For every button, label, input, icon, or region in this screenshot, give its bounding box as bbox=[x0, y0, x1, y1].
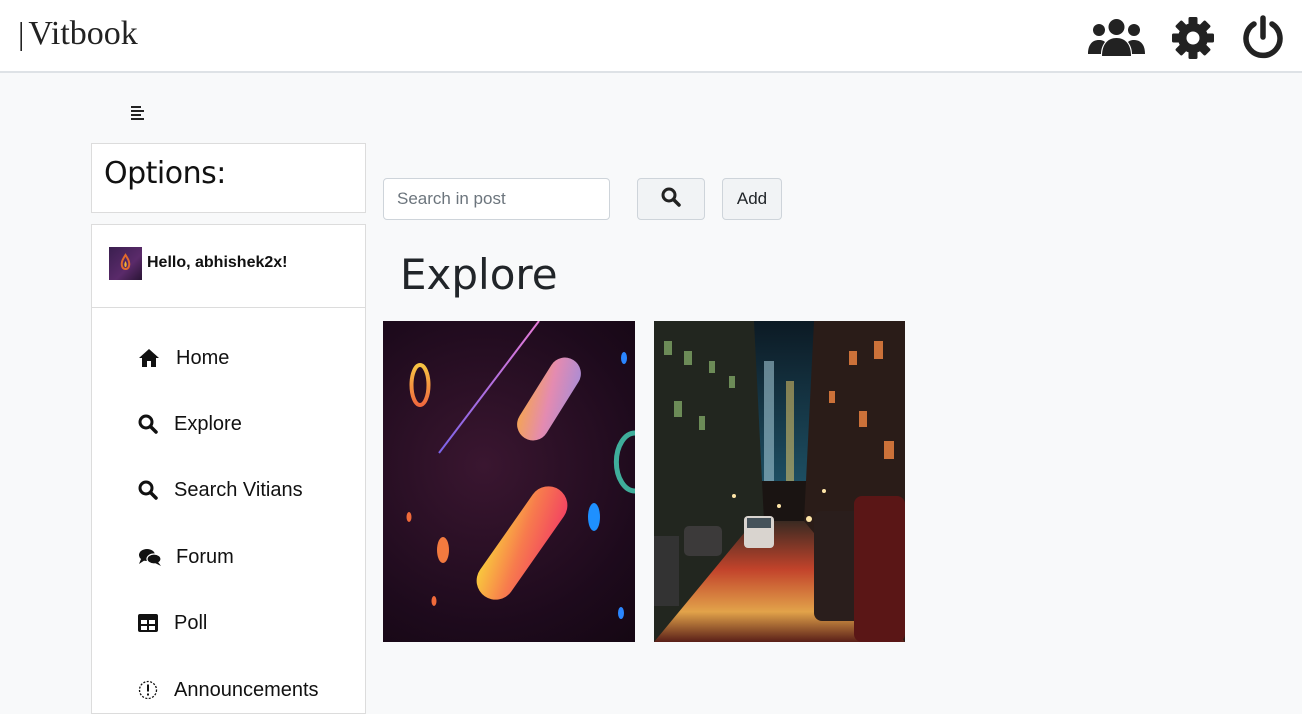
top-navbar: | Vitbook bbox=[0, 0, 1302, 73]
add-button[interactable]: Add bbox=[722, 178, 782, 220]
sidebar-item-label: Search Vitians bbox=[174, 478, 303, 501]
avatar[interactable] bbox=[109, 247, 142, 280]
options-title: Options: bbox=[104, 156, 226, 191]
sidebar-item-home[interactable]: Home bbox=[138, 343, 229, 373]
search-icon bbox=[661, 187, 681, 212]
sidebar-item-explore[interactable]: Explore bbox=[138, 409, 242, 439]
comments-icon bbox=[138, 547, 166, 567]
table-icon bbox=[138, 614, 166, 632]
sidebar-item-poll[interactable]: Poll bbox=[138, 608, 207, 638]
search-icon bbox=[138, 480, 166, 500]
sidebar-item-announcements[interactable]: Announcements bbox=[138, 675, 319, 705]
brand-name: Vitbook bbox=[28, 15, 138, 52]
home-icon bbox=[138, 348, 166, 368]
search-input[interactable] bbox=[383, 178, 610, 220]
sidebar-toggle-icon[interactable] bbox=[128, 104, 146, 125]
options-card: Options: bbox=[91, 143, 366, 213]
sidebar: Hello, abhishek2x! Home Explore Search V… bbox=[91, 224, 366, 714]
profile-section: Hello, abhishek2x! bbox=[92, 225, 365, 308]
brand-logo[interactable]: | Vitbook bbox=[18, 17, 138, 51]
greeting-text: Hello, abhishek2x! bbox=[147, 254, 288, 271]
search-button[interactable] bbox=[637, 178, 705, 220]
exclamation-circle-icon bbox=[138, 680, 166, 700]
sidebar-item-forum[interactable]: Forum bbox=[138, 542, 234, 572]
sidebar-item-label: Poll bbox=[174, 611, 208, 634]
users-icon[interactable] bbox=[1088, 16, 1145, 58]
post-image-abstract[interactable] bbox=[383, 321, 635, 642]
sidebar-item-label: Announcements bbox=[174, 678, 319, 701]
post-image-city-street[interactable] bbox=[654, 321, 905, 642]
power-icon[interactable] bbox=[1240, 15, 1286, 61]
page-title: Explore bbox=[400, 250, 558, 299]
sidebar-item-label: Forum bbox=[176, 545, 234, 568]
sidebar-item-search-vitians[interactable]: Search Vitians bbox=[138, 475, 303, 505]
brand-bar: | bbox=[18, 15, 25, 51]
gear-icon[interactable] bbox=[1172, 17, 1214, 59]
sidebar-item-label: Explore bbox=[174, 412, 242, 435]
sidebar-item-label: Home bbox=[176, 346, 230, 369]
search-icon bbox=[138, 414, 166, 434]
